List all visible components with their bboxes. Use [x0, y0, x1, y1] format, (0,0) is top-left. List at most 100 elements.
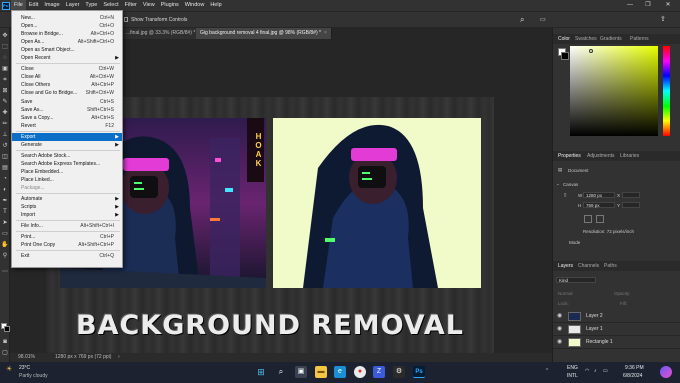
- file-menu-item-save-a-copy[interactable]: Save a Copy... Alt+Ctrl+S: [12, 114, 122, 122]
- canvas-collapse-icon[interactable]: ⌄: [556, 181, 560, 187]
- blend-mode-select[interactable]: Normal: [558, 291, 573, 296]
- file-menu-item-print[interactable]: Print... Ctrl+P: [12, 233, 122, 241]
- file-menu-item-close-all[interactable]: Close All Alt+Ctrl+W: [12, 73, 122, 81]
- battery-icon[interactable]: ▭: [603, 368, 608, 374]
- visibility-eye-icon[interactable]: ◉: [557, 336, 562, 349]
- tab-libraries[interactable]: Libraries: [620, 151, 639, 161]
- gradient-tool-icon[interactable]: ▤: [1, 164, 9, 172]
- menu-plugins[interactable]: Plugins: [158, 0, 182, 11]
- file-menu-item-browse-in-bridge[interactable]: Browse in Bridge... Alt+Ctrl+O: [12, 30, 122, 38]
- menu-filter[interactable]: Filter: [122, 0, 140, 11]
- menu-window[interactable]: Window: [182, 0, 208, 11]
- tab-close-icon[interactable]: ×: [324, 30, 327, 36]
- zoom-tool-icon[interactable]: ⚲: [1, 252, 9, 260]
- brush-tool-icon[interactable]: ✏: [1, 120, 9, 128]
- edge-browser-icon[interactable]: e: [334, 366, 346, 378]
- file-menu-item-new[interactable]: New... Ctrl+N: [12, 14, 122, 22]
- visibility-eye-icon[interactable]: ◉: [557, 323, 562, 336]
- file-menu-item-scripts[interactable]: Scripts ▶: [12, 203, 122, 211]
- show-hidden-icons[interactable]: ⌃: [545, 368, 549, 374]
- status-arrow-icon[interactable]: ›: [118, 353, 120, 362]
- crop-tool-icon[interactable]: ⌗: [1, 76, 9, 84]
- pen-tool-icon[interactable]: ✒: [1, 197, 9, 205]
- portrait-icon[interactable]: [584, 215, 592, 223]
- tab-color[interactable]: Color: [558, 34, 570, 44]
- zoom-level[interactable]: 98.01%: [18, 353, 35, 362]
- lasso-tool-icon[interactable]: ◌: [1, 54, 9, 62]
- taskbar-search-icon[interactable]: ⌕: [275, 366, 287, 378]
- hand-tool-icon[interactable]: ✋: [1, 241, 9, 249]
- healing-brush-icon[interactable]: ✚: [1, 109, 9, 117]
- layer-row-rectangle1[interactable]: ◉ Rectangle 1: [553, 336, 680, 349]
- file-menu-item-exit[interactable]: Exit Ctrl+Q: [12, 252, 122, 260]
- file-menu-item-automate[interactable]: Automate ▶: [12, 195, 122, 203]
- screen-mode-icon[interactable]: ▢: [1, 349, 9, 357]
- file-menu-item-export[interactable]: Export ▶: [12, 132, 122, 141]
- object-select-tool-icon[interactable]: ▣: [1, 65, 9, 73]
- landscape-icon[interactable]: [596, 215, 604, 223]
- color-picker-field[interactable]: [570, 46, 658, 136]
- dodge-tool-icon[interactable]: ◐: [1, 186, 9, 194]
- history-brush-icon[interactable]: ↺: [1, 142, 9, 150]
- x-input[interactable]: [622, 192, 640, 198]
- blur-tool-icon[interactable]: ◔: [1, 175, 9, 183]
- file-menu-item-open-recent[interactable]: Open Recent ▶: [12, 54, 122, 62]
- wifi-icon[interactable]: ◠: [585, 368, 589, 374]
- file-menu-item-search-adobe-stock[interactable]: Search Adobe Stock...: [12, 152, 122, 160]
- tab-adjustments[interactable]: Adjustments: [587, 151, 615, 161]
- chrome-browser-icon[interactable]: ●: [354, 366, 366, 378]
- minimize-button[interactable]: —: [623, 0, 637, 11]
- tab-properties[interactable]: Properties: [558, 151, 581, 161]
- shape-tool-icon[interactable]: ▭: [1, 230, 9, 238]
- menu-view[interactable]: View: [140, 0, 158, 11]
- file-menu-item-close[interactable]: Close Ctrl+W: [12, 65, 122, 73]
- tab-swatches[interactable]: Swatches: [575, 34, 597, 44]
- weather-icon[interactable]: ☀: [6, 365, 12, 373]
- color-background-swatch[interactable]: [561, 52, 569, 60]
- hue-slider[interactable]: [663, 46, 670, 136]
- file-menu-item-place-linked[interactable]: Place Linked...: [12, 176, 122, 184]
- orientation-icon[interactable]: ▯: [564, 192, 566, 198]
- layer-row-layer1[interactable]: ◉ Layer 1: [553, 323, 680, 336]
- move-tool-icon[interactable]: ✥: [1, 32, 9, 40]
- path-select-tool-icon[interactable]: ➤: [1, 219, 9, 227]
- share-icon[interactable]: ⇪: [660, 15, 666, 23]
- workspace-icon[interactable]: ▭: [540, 16, 546, 23]
- app-icon-settings[interactable]: ⚙: [393, 366, 405, 378]
- eyedropper-tool-icon[interactable]: ✎: [1, 98, 9, 106]
- clock-time[interactable]: 9:36 PM: [625, 365, 644, 371]
- clone-stamp-icon[interactable]: ⊥: [1, 131, 9, 139]
- menu-help[interactable]: Help: [207, 0, 224, 11]
- visibility-eye-icon[interactable]: ◉: [557, 310, 562, 323]
- file-menu-item-close-others[interactable]: Close Others Alt+Ctrl+P: [12, 81, 122, 89]
- more-tools-icon[interactable]: ⋯: [1, 268, 9, 276]
- language-top[interactable]: ENG: [567, 365, 578, 371]
- layer-row-layer2[interactable]: ◉ Layer 2: [553, 310, 680, 323]
- tab-gradients[interactable]: Gradients: [600, 34, 622, 44]
- frame-tool-icon[interactable]: ⊠: [1, 87, 9, 95]
- document-tab-2[interactable]: Gig background removal 4 final.jpg @ 98%…: [196, 28, 332, 39]
- photoshop-taskbar-icon[interactable]: Ps: [413, 366, 425, 378]
- file-menu-item-open-as[interactable]: Open As... Alt+Shift+Ctrl+O: [12, 38, 122, 46]
- marquee-tool-icon[interactable]: ⬚: [1, 43, 9, 51]
- file-menu-item-generate[interactable]: Generate ▶: [12, 141, 122, 149]
- file-menu-item-open[interactable]: Open... Ctrl+O: [12, 22, 122, 30]
- file-menu-item-import[interactable]: Import ▶: [12, 211, 122, 219]
- volume-icon[interactable]: ♪: [594, 368, 597, 374]
- close-window-button[interactable]: ✕: [661, 0, 675, 11]
- file-menu-item-close-and-go-to-bridge[interactable]: Close and Go to Bridge... Shift+Ctrl+W: [12, 89, 122, 97]
- tab-channels[interactable]: Channels: [578, 261, 599, 271]
- language-bottom[interactable]: INTL: [567, 373, 578, 379]
- file-menu-item-print-one-copy[interactable]: Print One Copy Alt+Shift+Ctrl+P: [12, 241, 122, 249]
- tab-patterns[interactable]: Patterns: [630, 34, 649, 44]
- windows-start-icon[interactable]: ⊞: [255, 366, 267, 378]
- weather-temperature[interactable]: 23°C: [19, 365, 30, 371]
- file-menu-item-file-info[interactable]: File Info... Alt+Shift+Ctrl+I: [12, 222, 122, 230]
- copilot-icon[interactable]: [660, 366, 672, 378]
- tab-paths[interactable]: Paths: [604, 261, 617, 271]
- maximize-button[interactable]: ❐: [641, 0, 655, 11]
- app-icon-z[interactable]: Z: [373, 366, 385, 378]
- width-input[interactable]: 1280 px: [583, 192, 615, 198]
- file-menu-item-save[interactable]: Save Ctrl+S: [12, 98, 122, 106]
- file-menu-item-search-adobe-express-templates[interactable]: Search Adobe Express Templates...: [12, 160, 122, 168]
